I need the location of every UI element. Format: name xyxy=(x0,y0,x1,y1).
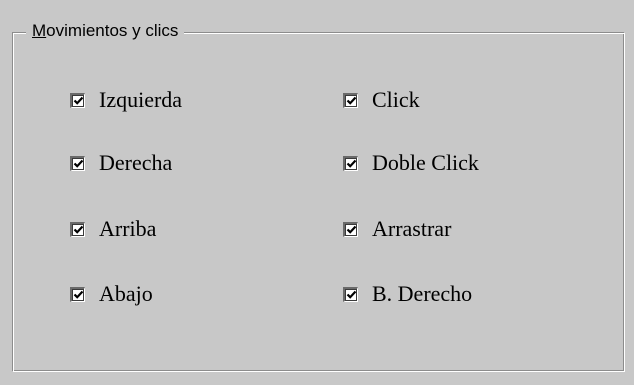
checkbox-abajo[interactable]: Abajo xyxy=(70,279,153,309)
checkbox-box[interactable] xyxy=(343,92,358,108)
check-mark-icon xyxy=(73,225,83,234)
check-mark-icon xyxy=(346,225,356,234)
checkbox-label: Izquierda xyxy=(99,87,183,112)
checkbox-label: Derecha xyxy=(99,150,173,175)
check-mark-icon xyxy=(73,96,83,105)
check-mark-icon xyxy=(346,96,356,105)
checkbox-box[interactable] xyxy=(343,286,358,302)
legend-text: ovimientos y clics xyxy=(46,21,179,40)
checkbox-box[interactable] xyxy=(343,221,358,237)
checkbox-box[interactable] xyxy=(70,155,85,171)
checkbox-b-derecho[interactable]: B. Derecho xyxy=(343,279,472,309)
checkbox-label: Arrastrar xyxy=(372,216,452,241)
checkbox-derecha[interactable]: Derecha xyxy=(70,148,172,178)
checkbox-box[interactable] xyxy=(70,92,85,108)
groupbox-legend: Movimientos y clics xyxy=(26,20,185,42)
checkbox-doble-click[interactable]: Doble Click xyxy=(343,148,479,178)
checkbox-label: Abajo xyxy=(99,281,153,306)
check-mark-icon xyxy=(346,159,356,168)
checkbox-box[interactable] xyxy=(70,286,85,302)
checkbox-box[interactable] xyxy=(343,155,358,171)
check-mark-icon xyxy=(73,290,83,299)
legend-mnemonic: M xyxy=(32,21,47,40)
checkbox-label: Click xyxy=(372,87,420,112)
checkbox-label: B. Derecho xyxy=(372,281,473,306)
checkbox-label: Arriba xyxy=(99,216,157,241)
checkbox-arriba[interactable]: Arriba xyxy=(70,214,156,244)
checkbox-izquierda[interactable]: Izquierda xyxy=(70,85,182,115)
movements-clicks-groupbox xyxy=(12,32,625,372)
check-mark-icon xyxy=(346,290,356,299)
check-mark-icon xyxy=(73,159,83,168)
checkbox-box[interactable] xyxy=(70,221,85,237)
checkbox-click[interactable]: Click xyxy=(343,85,420,115)
checkbox-label: Doble Click xyxy=(372,150,479,175)
checkbox-arrastrar[interactable]: Arrastrar xyxy=(343,214,451,244)
